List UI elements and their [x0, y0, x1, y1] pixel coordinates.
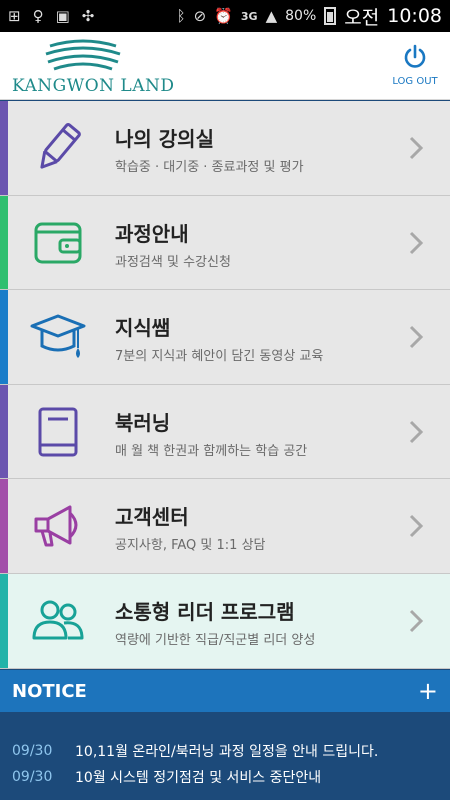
megaphone-icon [30, 499, 86, 553]
wallet-icon [30, 216, 86, 270]
menu-title: 고객센터 [115, 505, 189, 530]
notice-text: 10,11월 온라인/북러닝 과정 일정을 안내 드립니다. [75, 744, 379, 760]
graduation-cap-icon [30, 310, 86, 364]
menu-subtitle: 역량에 기반한 직급/직군별 리더 양성 [115, 632, 316, 648]
menu-stripe [0, 384, 8, 479]
menu-item-leader-program[interactable]: 소통형 리더 프로그램 역량에 기반한 직급/직군별 리더 양성 [0, 573, 450, 669]
status-bar: ⊞ ♀ ▣ ✣ ᛒ ⊘ ⏰ 3G ▲ 80% 오전 10:08 [0, 0, 450, 32]
clock-ampm: 오전 [344, 6, 380, 29]
chevron-right-icon [409, 515, 424, 538]
signal-icon: ▲ [265, 6, 278, 25]
lightbulb-icon: ♀ [32, 6, 44, 25]
bluetooth-icon: ᛒ [176, 6, 186, 25]
menu-item-knowledge-ssam[interactable]: 지식쌤 7분의 지식과 혜안이 담긴 동영상 교육 [0, 290, 450, 385]
menu-subtitle: 매 월 책 한권과 함께하는 학습 공간 [115, 443, 308, 459]
menu-subtitle: 7분의 지식과 혜안이 담긴 동영상 교육 [115, 349, 324, 365]
menu-title: 과정안내 [115, 221, 189, 246]
notice-text: 10월 시스템 정기점검 및 서비스 중단안내 [75, 770, 322, 786]
chevron-right-icon [409, 326, 424, 349]
logout-button[interactable]: LOG OUT [392, 44, 438, 87]
pencil-icon [30, 121, 86, 175]
clock-time: 10:08 [387, 5, 442, 27]
menu-item-book-learning[interactable]: 북러닝 매 월 책 한권과 함께하는 학습 공간 [0, 384, 450, 480]
menu-title: 북러닝 [115, 410, 171, 435]
plus-icon[interactable]: + [418, 679, 438, 703]
chevron-right-icon [409, 420, 424, 443]
main-menu: 나의 강의실 학습중 · 대기중 · 종료과정 및 평가 과정안내 과정검색 및… [0, 101, 450, 669]
menu-subtitle: 학습중 · 대기중 · 종료과정 및 평가 [115, 160, 304, 175]
menu-subtitle: 공지사항, FAQ 및 1:1 상담 [115, 538, 266, 554]
kangwon-land-logo[interactable]: KANGWON LAND [12, 38, 174, 96]
menu-title: 지식쌤 [115, 316, 171, 341]
notice-item[interactable]: 09/30 10,11월 온라인/북러닝 과정 일정을 안내 드립니다. [0, 738, 450, 764]
menu-stripe [0, 195, 8, 290]
logo-waves-icon [45, 39, 121, 71]
chevron-right-icon [409, 231, 424, 254]
notice-list: 09/30 10,11월 온라인/북러닝 과정 일정을 안내 드립니다. 09/… [0, 712, 450, 800]
notice-date: 09/30 [12, 743, 53, 759]
chevron-right-icon [409, 136, 424, 160]
battery-icon [324, 7, 337, 25]
notice-header: NOTICE + [0, 670, 450, 712]
notice-item[interactable]: 09/30 10월 시스템 정기점검 및 서비스 중단안내 [0, 764, 450, 790]
app-header: KANGWON LAND LOG OUT [0, 32, 450, 100]
menu-stripe [0, 573, 8, 668]
pinwheel-icon: ✣ [81, 6, 95, 25]
users-icon [30, 594, 86, 648]
menu-subtitle: 과정검색 및 수강신청 [115, 254, 231, 270]
battery-percent: 80% [285, 8, 317, 24]
mute-icon: ⊘ [193, 6, 207, 25]
notice-date: 09/30 [12, 769, 53, 785]
logo-text: KANGWON LAND [12, 76, 175, 96]
notice-title: NOTICE [12, 680, 87, 702]
menu-item-my-classroom[interactable]: 나의 강의실 학습중 · 대기중 · 종료과정 및 평가 [0, 101, 450, 196]
logout-label: LOG OUT [392, 76, 438, 87]
menu-stripe [0, 101, 8, 195]
gallery-icon: ▣ [55, 6, 70, 25]
menu-item-course-guide[interactable]: 과정안내 과정검색 및 수강신청 [0, 195, 450, 291]
menu-stripe [0, 290, 8, 384]
menu-stripe [0, 479, 8, 573]
network-type: 3G [240, 9, 258, 23]
add-notification-icon: ⊞ [8, 6, 21, 25]
chevron-right-icon [409, 609, 424, 633]
power-icon [404, 44, 426, 68]
menu-title: 소통형 리더 프로그램 [115, 599, 295, 624]
alarm-icon: ⏰ [214, 6, 233, 25]
book-icon [30, 405, 86, 459]
menu-item-customer-center[interactable]: 고객센터 공지사항, FAQ 및 1:1 상담 [0, 479, 450, 574]
menu-title: 나의 강의실 [115, 127, 214, 151]
